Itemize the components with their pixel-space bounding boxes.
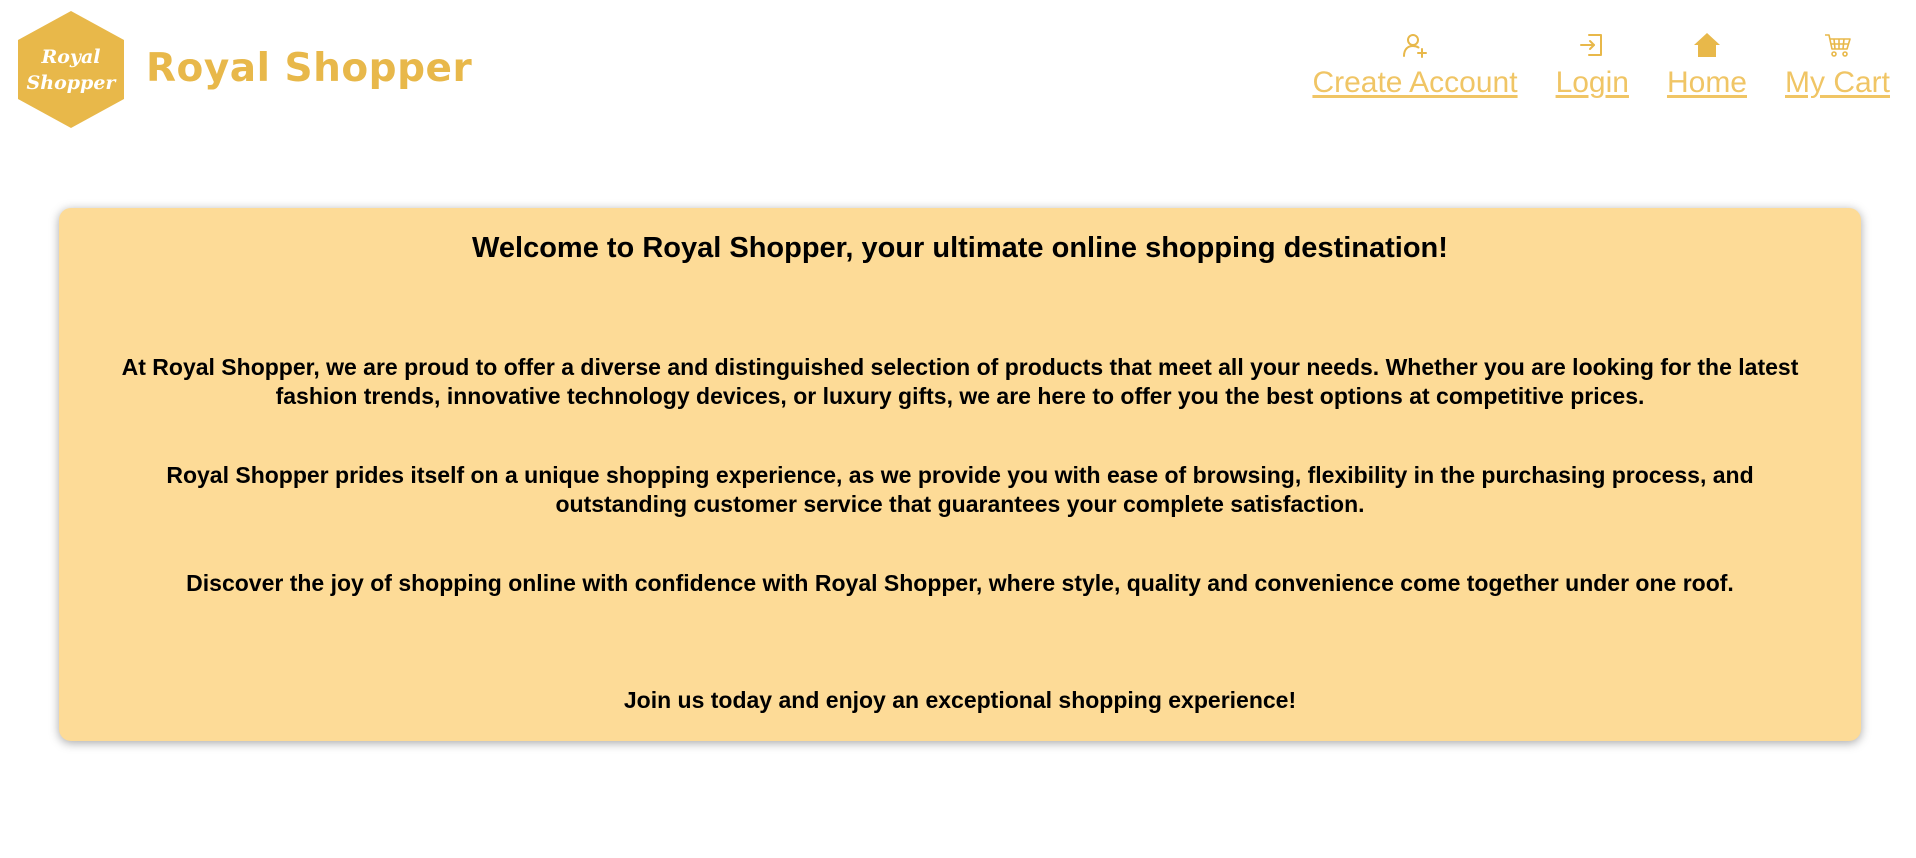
nav-create-account-label: Create Account [1312,66,1518,99]
logo[interactable]: Royal Shopper [18,11,124,128]
discover-paragraph: Discover the joy of shopping online with… [186,570,1734,597]
login-icon [1577,30,1607,60]
site-header: Royal Shopper Royal Shopper Create Accou… [0,0,1916,140]
home-icon [1692,30,1722,60]
main-nav: Create Account Login Home My Cart [1312,30,1890,99]
logo-text-line2: Shopper [27,72,118,94]
nav-home[interactable]: Home [1667,30,1747,99]
logo-hexagon: Royal Shopper [18,11,124,128]
join-paragraph: Join us today and enjoy an exceptional s… [623,687,1297,714]
nav-my-cart[interactable]: My Cart [1785,30,1890,99]
welcome-card: Welcome to Royal Shopper, your ultimate … [59,208,1861,741]
brand-name[interactable]: Royal Shopper [146,46,472,91]
cart-icon [1823,30,1853,60]
user-plus-icon [1400,30,1430,60]
nav-home-label: Home [1666,66,1747,99]
nav-my-cart-label: My Cart [1785,66,1890,99]
nav-login[interactable]: Login [1556,30,1629,99]
welcome-title: Welcome to Royal Shopper, your ultimate … [472,232,1448,264]
nav-create-account[interactable]: Create Account [1312,30,1518,99]
experience-paragraph: Royal Shopper prides itself on a unique … [166,462,1754,518]
nav-login-label: Login [1555,66,1629,99]
logo-text-line1: Royal [40,46,100,68]
intro-paragraph: At Royal Shopper, we are proud to offer … [121,354,1799,410]
